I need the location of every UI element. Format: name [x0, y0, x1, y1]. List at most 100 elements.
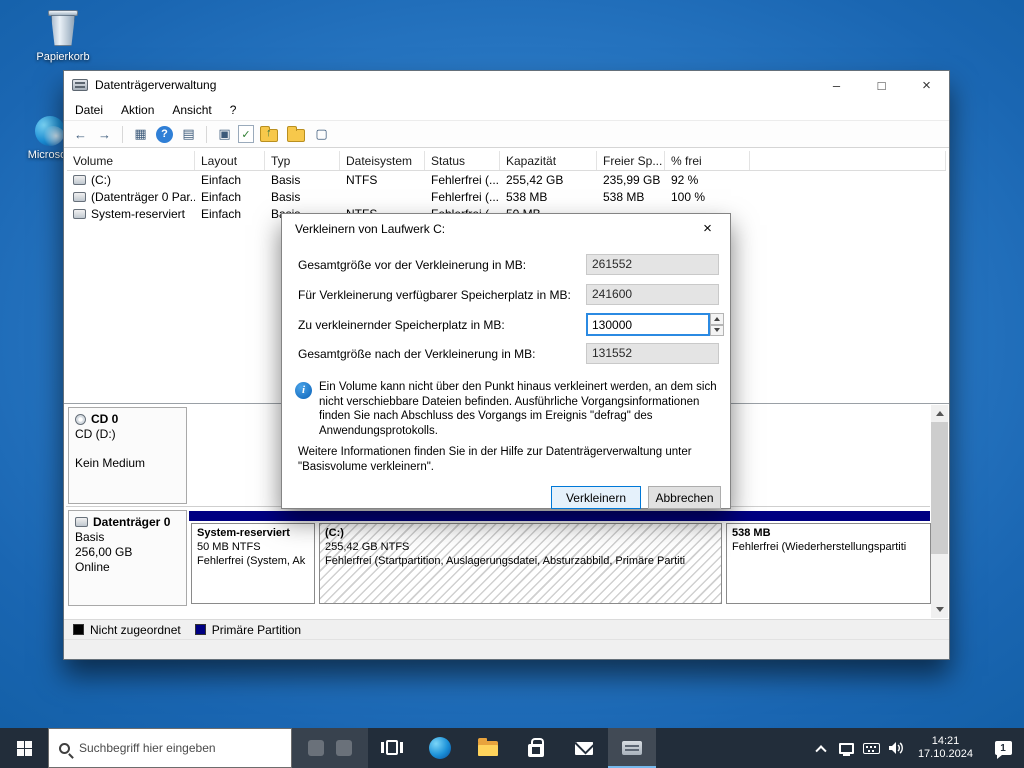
legend-bar: Nicht zugeordnet Primäre Partition — [64, 619, 949, 639]
title-bar: Datenträgerverwaltung – □ × — [64, 71, 949, 99]
menu-ansicht[interactable]: Ansicht — [163, 103, 220, 117]
menu-aktion[interactable]: Aktion — [112, 103, 163, 117]
tray-network-button[interactable] — [834, 728, 859, 768]
file-explorer-button[interactable] — [464, 728, 512, 768]
menu-datei[interactable]: Datei — [64, 103, 112, 117]
edge-icon — [35, 116, 65, 146]
task-view-button[interactable] — [368, 728, 416, 768]
table-header: Volume Layout Typ Dateisystem Status Kap… — [67, 151, 946, 171]
primary-partition-band — [189, 511, 930, 521]
console-window-icon[interactable]: ▣ — [214, 124, 235, 145]
scroll-up-button[interactable] — [931, 405, 948, 422]
windows-logo-icon — [16, 740, 32, 756]
partition-c-selected[interactable]: (C:) 255,42 GB NTFS Fehlerfrei (Startpar… — [319, 523, 722, 604]
column-status[interactable]: Status — [425, 151, 500, 170]
back-icon[interactable]: ← — [70, 124, 91, 145]
action-pane-icon[interactable]: ▤ — [178, 124, 199, 145]
dialog-help-text: Weitere Informationen finden Sie in der … — [298, 446, 692, 473]
disk-management-app-icon — [72, 79, 88, 91]
legend-primary-label: Primäre Partition — [211, 622, 302, 637]
taskbar: 14:21 17.10.2024 1 — [0, 728, 1024, 768]
help-icon[interactable]: ? — [156, 125, 173, 143]
search-input[interactable] — [79, 741, 264, 755]
partition-recovery[interactable]: 538 MB Fehlerfrei (Wiederherstellungspar… — [726, 523, 931, 604]
folder-icon — [478, 737, 498, 756]
volume-icon — [889, 742, 904, 754]
column-typ[interactable]: Typ — [265, 151, 340, 170]
folder-up-icon[interactable] — [260, 125, 278, 142]
taskbar-search[interactable] — [48, 728, 292, 768]
dialog-title: Verkleinern von Laufwerk C: — [295, 222, 446, 236]
tray-chevron-button[interactable] — [809, 728, 834, 768]
clock-time: 14:21 — [931, 735, 960, 747]
column-volume[interactable]: Volume — [67, 151, 195, 170]
toolbar: ← → ▦ ? ▤ ▣ ✓ ▢ — [64, 120, 949, 148]
ghost-icon — [308, 740, 324, 756]
cancel-button[interactable]: Abbrechen — [648, 486, 721, 509]
shrink-dialog: Verkleinern von Laufwerk C: × Gesamtgröß… — [281, 213, 731, 509]
start-button[interactable] — [0, 728, 48, 768]
document-icon[interactable]: ▢ — [311, 124, 332, 145]
edge-icon — [429, 737, 451, 759]
unallocated-color-swatch — [73, 624, 84, 635]
status-bar — [64, 639, 949, 659]
available-shrink-space-value: 241600 — [586, 284, 719, 305]
volume-row-recovery[interactable]: (Datenträger 0 Par... Einfach Basis Fehl… — [67, 188, 946, 205]
toolbar-separator — [206, 125, 207, 143]
total-size-after-label: Gesamtgröße nach der Verkleinerung in MB… — [298, 347, 536, 361]
ghost-icon — [336, 740, 352, 756]
console-tree-icon[interactable]: ▦ — [130, 124, 151, 145]
total-size-after-value: 131552 — [586, 343, 719, 364]
close-button[interactable]: × — [904, 71, 949, 99]
mail-button[interactable] — [560, 728, 608, 768]
dialog-close-icon[interactable]: × — [685, 214, 730, 243]
scrollbar-thumb[interactable] — [931, 422, 948, 554]
search-icon — [59, 742, 70, 754]
forward-icon[interactable]: → — [94, 124, 115, 145]
scroll-down-button[interactable] — [931, 601, 948, 618]
available-shrink-space-label: Für Verkleinerung verfügbarer Speicherpl… — [298, 288, 571, 302]
check-disk-icon[interactable]: ✓ — [238, 125, 254, 143]
task-view-icon — [381, 740, 403, 756]
total-size-before-label: Gesamtgröße vor der Verkleinerung in MB: — [298, 258, 527, 272]
cd-info-cell[interactable]: CD 0 CD (D:) Kein Medium — [68, 407, 187, 504]
volume-icon — [73, 174, 86, 185]
vertical-scrollbar[interactable] — [931, 405, 948, 618]
store-button[interactable] — [512, 728, 560, 768]
menu-hilfe[interactable]: ? — [221, 103, 246, 117]
info-icon: i — [295, 382, 312, 399]
system-tray: 14:21 17.10.2024 1 — [809, 728, 1024, 768]
tray-keyboard-button[interactable] — [859, 728, 884, 768]
maximize-button[interactable]: □ — [859, 71, 904, 99]
action-center-button[interactable]: 1 — [982, 741, 1024, 759]
column-layout[interactable]: Layout — [195, 151, 265, 170]
partition-area: System-reserviert 50 MB NTFS Fehlerfrei … — [189, 510, 931, 606]
primary-partition-color-swatch — [194, 624, 206, 635]
shrink-amount-input[interactable] — [586, 313, 710, 336]
spinner-down-button[interactable] — [710, 324, 724, 336]
tray-volume-button[interactable] — [884, 728, 909, 768]
pinned-ghost-area[interactable] — [292, 728, 368, 768]
network-icon — [838, 742, 854, 756]
recycle-bin-icon — [48, 8, 78, 48]
taskbar-edge-button[interactable] — [416, 728, 464, 768]
shrink-amount-label: Zu verkleinernder Speicherplatz in MB: — [298, 318, 505, 332]
column-dateisystem[interactable]: Dateisystem — [340, 151, 425, 170]
disk0-info-cell[interactable]: Datenträger 0 Basis 256,00 GB Online — [68, 510, 187, 606]
spinner-up-button[interactable] — [710, 313, 724, 325]
partition-system-reserved[interactable]: System-reserviert 50 MB NTFS Fehlerfrei … — [191, 523, 315, 604]
column-filler — [750, 151, 946, 170]
column-freier-speicher[interactable]: Freier Sp... — [597, 151, 665, 170]
folder-icon[interactable] — [287, 125, 305, 142]
column-prozent-frei[interactable]: % frei — [665, 151, 750, 170]
toolbar-separator — [122, 125, 123, 143]
disk-management-taskbar-button[interactable] — [608, 728, 656, 768]
volume-row-c[interactable]: (C:) Einfach Basis NTFS Fehlerfrei (... … — [67, 171, 946, 188]
store-bag-icon — [528, 738, 544, 757]
notification-icon: 1 — [994, 741, 1012, 759]
taskbar-clock[interactable]: 14:21 17.10.2024 — [909, 735, 982, 761]
column-kapazitaet[interactable]: Kapazität — [500, 151, 597, 170]
minimize-button[interactable]: – — [814, 71, 859, 99]
recycle-bin-desktop-icon[interactable]: Papierkorb — [28, 8, 98, 63]
shrink-button[interactable]: Verkleinern — [551, 486, 641, 509]
